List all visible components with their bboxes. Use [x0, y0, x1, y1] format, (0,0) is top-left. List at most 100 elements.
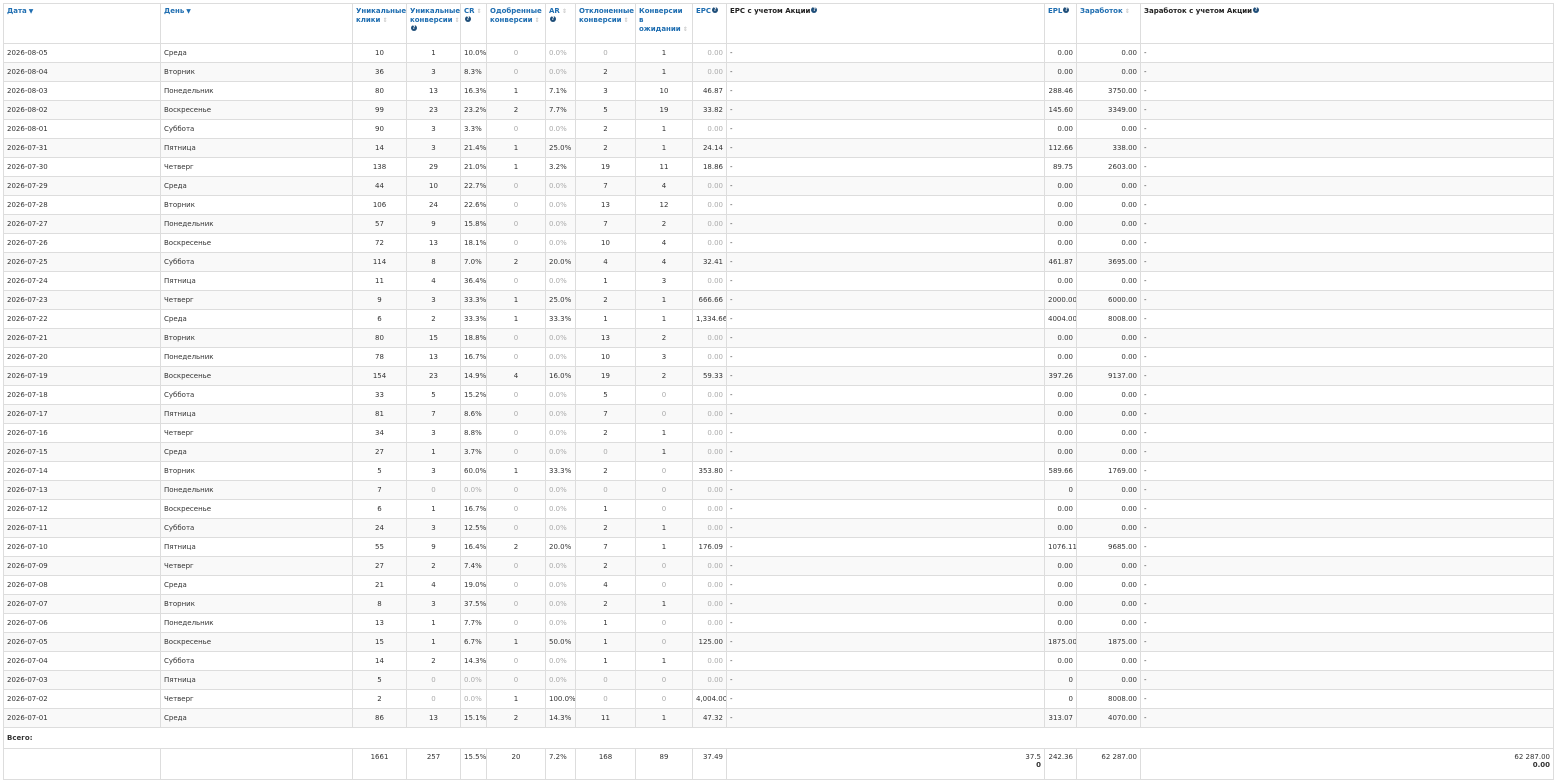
total-value-secondary: 0.00: [1532, 761, 1550, 769]
cell-conv: 23: [406, 366, 461, 386]
cell-conv: 1: [406, 613, 461, 633]
cell-appr: 0: [486, 328, 546, 348]
column-header-ar[interactable]: AR ⇕?: [545, 3, 576, 44]
cell-epc: 353.80: [692, 461, 727, 481]
column-header-earn_promo[interactable]: Заработок с учетом Акции?: [1140, 3, 1554, 44]
cell-earn_promo: -: [1140, 43, 1554, 63]
sort-icon[interactable]: ⇕: [683, 26, 688, 33]
cell-ar: 0.0%: [545, 651, 576, 671]
cell-epc_promo: -: [726, 214, 1045, 234]
total-epc_promo: 37.5 0: [726, 748, 1045, 780]
cell-day: Вторник: [160, 195, 353, 215]
help-icon[interactable]: ?: [712, 7, 719, 13]
cell-earn: 0.00: [1076, 613, 1141, 633]
cell-clicks: 80: [352, 328, 407, 348]
cell-ar: 0.0%: [545, 613, 576, 633]
sort-icon[interactable]: ⇕: [535, 17, 540, 24]
cell-epc: 32.41: [692, 252, 727, 272]
sort-icon[interactable]: ⇕: [624, 17, 629, 24]
cell-appr: 0: [486, 575, 546, 595]
cell-cr: 60.0%: [460, 461, 487, 481]
cell-rej: 2: [575, 423, 636, 443]
cell-date: 2026-07-12: [3, 499, 161, 519]
column-header-epl[interactable]: EPL?: [1044, 3, 1077, 44]
cell-ar: 0.0%: [545, 670, 576, 690]
cell-epc_promo: -: [726, 62, 1045, 82]
cell-epc: 0.00: [692, 518, 727, 538]
cell-cr: 8.6%: [460, 404, 487, 424]
cell-appr: 1: [486, 157, 546, 177]
cell-earn: 0.00: [1076, 43, 1141, 63]
help-icon[interactable]: ?: [411, 25, 417, 31]
cell-conv: 0: [406, 670, 461, 690]
cell-conv: 8: [406, 252, 461, 272]
cell-earn_promo: -: [1140, 518, 1554, 538]
cell-date: 2026-07-25: [3, 252, 161, 272]
sort-icon[interactable]: ⇕: [1125, 8, 1130, 15]
cell-pend: 0: [635, 689, 693, 709]
cell-day: Воскресенье: [160, 100, 353, 120]
help-icon[interactable]: ?: [550, 16, 556, 22]
cell-appr: 4: [486, 366, 546, 386]
help-icon[interactable]: ?: [1253, 7, 1260, 13]
help-icon[interactable]: ?: [1063, 7, 1070, 13]
cell-epl: 0: [1044, 480, 1077, 500]
cell-epl: 4004.00: [1044, 309, 1077, 329]
column-header-date[interactable]: Дата ▼: [3, 3, 161, 44]
cell-clicks: 72: [352, 233, 407, 253]
column-header-clicks[interactable]: Уникальные клики ⇕: [352, 3, 407, 44]
cell-cr: 12.5%: [460, 518, 487, 538]
help-icon[interactable]: ?: [465, 16, 471, 22]
cell-day: Пятница: [160, 404, 353, 424]
cell-rej: 4: [575, 575, 636, 595]
total-earn: 62 287.00: [1076, 748, 1141, 780]
cell-ar: 100.0%: [545, 689, 576, 709]
cell-epc_promo: -: [726, 499, 1045, 519]
cell-epl: 0.00: [1044, 233, 1077, 253]
help-icon[interactable]: ?: [811, 7, 818, 13]
total-cr: 15.5%: [460, 748, 487, 780]
cell-clicks: 24: [352, 518, 407, 538]
cell-earn_promo: -: [1140, 404, 1554, 424]
cell-appr: 1: [486, 689, 546, 709]
sort-down-icon[interactable]: ▼: [186, 8, 191, 15]
column-header-epc[interactable]: EPC?: [692, 3, 727, 44]
sort-down-icon[interactable]: ▼: [29, 8, 34, 15]
column-header-label: EPC с учетом Акции: [730, 7, 811, 15]
cell-earn_promo: -: [1140, 575, 1554, 595]
sort-icon[interactable]: ⇕: [382, 17, 387, 24]
table-row: 2026-08-01 Суббота 90 3 3.3% 0 0.0% 2 1 0.00-0.00…: [3, 119, 1554, 139]
cell-earn: 6000.00: [1076, 290, 1141, 310]
cell-date: 2026-07-05: [3, 632, 161, 652]
cell-rej: 10: [575, 233, 636, 253]
table-row: 2026-07-31 Пятница 14 3 21.4% 1 25.0% 2 1 24.14-1…: [3, 138, 1554, 158]
column-header-epc_promo[interactable]: EPC с учетом Акции?: [726, 3, 1045, 44]
column-header-day[interactable]: День ▼: [160, 3, 353, 44]
sort-icon[interactable]: ⇕: [477, 8, 482, 15]
column-header-cr[interactable]: CR ⇕?: [460, 3, 487, 44]
cell-ar: 0.0%: [545, 195, 576, 215]
cell-day: Четверг: [160, 689, 353, 709]
column-header-earn[interactable]: Заработок ⇕: [1076, 3, 1141, 44]
cell-cr: 33.3%: [460, 309, 487, 329]
total-epc: 37.49: [692, 748, 727, 780]
cell-rej: 0: [575, 480, 636, 500]
sort-icon[interactable]: ⇕: [562, 8, 567, 15]
column-header-appr[interactable]: Одобренные конверсии ⇕: [486, 3, 546, 44]
cell-cr: 21.0%: [460, 157, 487, 177]
cell-pend: 1: [635, 423, 693, 443]
sort-icon[interactable]: ⇕: [455, 17, 460, 24]
cell-epl: 0.00: [1044, 499, 1077, 519]
total-epl: 242.36: [1044, 748, 1077, 780]
cell-epc: 0.00: [692, 442, 727, 462]
column-header-conv[interactable]: Уникальные конверсии ⇕?: [406, 3, 461, 44]
cell-earn_promo: -: [1140, 309, 1554, 329]
cell-epc_promo: -: [726, 309, 1045, 329]
table-row: 2026-07-17 Пятница 81 7 8.6% 0 0.0% 7 0 0.00-0.00…: [3, 404, 1554, 424]
column-header-pend[interactable]: Конверсии в ожидании ⇕: [635, 3, 693, 44]
total-date: [3, 748, 161, 780]
cell-earn_promo: -: [1140, 594, 1554, 614]
cell-appr: 1: [486, 81, 546, 101]
column-header-rej[interactable]: Отклоненные конверсии ⇕: [575, 3, 636, 44]
cell-appr: 1: [486, 309, 546, 329]
